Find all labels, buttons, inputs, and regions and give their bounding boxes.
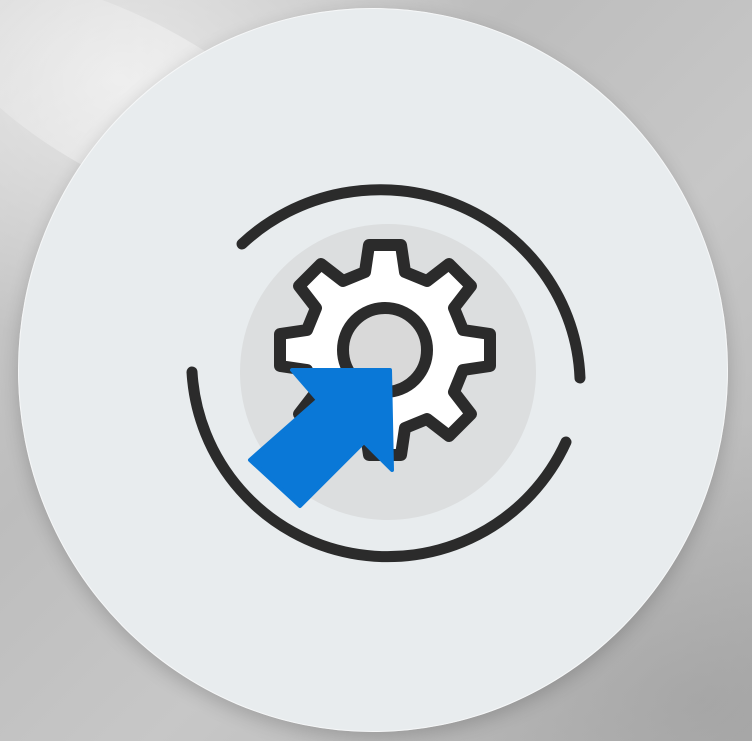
settings-update-icon [186, 184, 586, 563]
